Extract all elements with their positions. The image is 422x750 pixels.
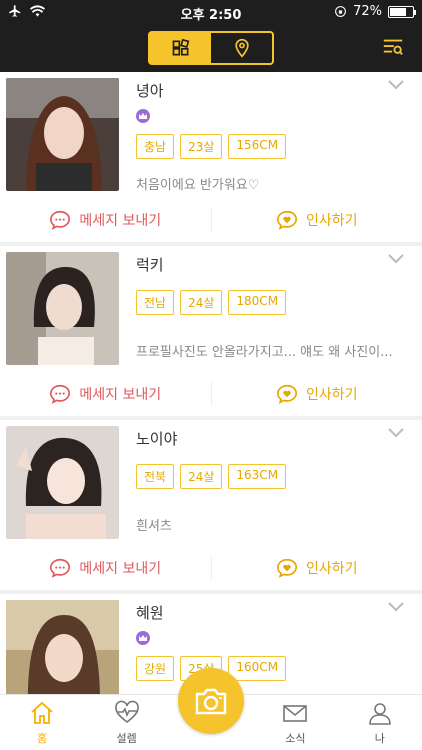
tab-label: 나 xyxy=(374,732,385,745)
profile-card[interactable]: 녕아 충남 23살 156CM 처음이에요 반가워요♡ 메세지 보내기 인사하기 xyxy=(0,72,422,242)
region-tag: 전북 xyxy=(136,464,175,489)
profile-name: 녕아 xyxy=(136,82,164,100)
filter-search-icon[interactable] xyxy=(382,36,404,58)
profile-name: 럭키 xyxy=(136,256,164,274)
send-message-button[interactable]: 메세지 보내기 xyxy=(0,198,211,242)
battery-icon xyxy=(388,5,416,18)
height-tag: 180CM xyxy=(228,290,287,315)
chevron-down-icon[interactable] xyxy=(388,254,404,264)
top-bar xyxy=(0,24,422,72)
location-view-button[interactable] xyxy=(211,33,272,63)
location-pin-icon xyxy=(234,38,249,58)
profile-photo[interactable] xyxy=(6,426,119,539)
profile-message: 프로필사진도 안올라가지고... 얘도 왜 사진이... xyxy=(136,345,393,360)
tab-news[interactable]: 소식 xyxy=(253,695,337,750)
send-message-label: 메세지 보내기 xyxy=(79,561,162,577)
profile-message: 흰셔츠 xyxy=(136,519,172,534)
profile-photo-image xyxy=(6,426,119,539)
heart-bubble-icon xyxy=(276,384,297,404)
card-actions: 메세지 보내기 인사하기 xyxy=(0,372,422,416)
chat-bubble-icon xyxy=(50,558,71,578)
greet-button[interactable]: 인사하기 xyxy=(212,546,422,590)
chevron-down-icon[interactable] xyxy=(388,80,404,90)
send-message-button[interactable]: 메세지 보내기 xyxy=(0,372,211,416)
profile-list[interactable]: 녕아 충남 23살 156CM 처음이에요 반가워요♡ 메세지 보내기 인사하기 xyxy=(0,72,422,694)
height-tag: 163CM xyxy=(228,464,287,489)
mail-icon xyxy=(283,705,308,722)
app-screen: 오후 2:50 72% 녕아 충남 23살 156CM 처음이에요 반가워요♡ … xyxy=(0,0,422,750)
profile-tags: 전남 24살 180CM xyxy=(136,290,287,315)
tab-home[interactable]: 홈 xyxy=(0,695,84,750)
region-tag: 충남 xyxy=(136,134,175,159)
battery-percent: 72% xyxy=(353,4,382,19)
grid-icon xyxy=(172,38,189,56)
profile-card[interactable]: 노이야 전북 24살 163CM 흰셔츠 메세지 보내기 인사하기 xyxy=(0,420,422,590)
send-message-label: 메세지 보내기 xyxy=(79,387,162,403)
greet-label: 인사하기 xyxy=(305,213,358,229)
view-mode-segmented-control xyxy=(148,31,274,65)
heart-bubble-icon xyxy=(276,558,297,578)
profile-message: 처음이에요 반가워요♡ xyxy=(136,178,260,193)
region-tag: 강원 xyxy=(136,656,175,681)
status-bar: 오후 2:50 72% xyxy=(0,0,422,24)
person-icon xyxy=(369,703,391,725)
chevron-down-icon[interactable] xyxy=(388,428,404,438)
profile-photo-image xyxy=(6,252,119,365)
greet-label: 인사하기 xyxy=(305,561,358,577)
age-tag: 24살 xyxy=(180,464,223,489)
profile-photo[interactable] xyxy=(6,600,119,694)
camera-icon xyxy=(195,688,227,715)
profile-card[interactable]: 럭키 전남 24살 180CM 프로필사진도 안올라가지고... 얘도 왜 사진… xyxy=(0,246,422,416)
greet-button[interactable]: 인사하기 xyxy=(212,372,422,416)
tab-me[interactable]: 나 xyxy=(338,695,422,750)
profile-tags: 전북 24살 163CM xyxy=(136,464,287,489)
greet-label: 인사하기 xyxy=(305,387,358,403)
profile-name: 혜원 xyxy=(136,604,164,622)
profile-photo[interactable] xyxy=(6,78,119,191)
card-actions: 메세지 보내기 인사하기 xyxy=(0,198,422,242)
tab-label: 홈 xyxy=(37,732,48,745)
home-icon xyxy=(31,701,53,724)
vip-crown-icon xyxy=(136,109,150,123)
chevron-down-icon[interactable] xyxy=(388,602,404,612)
vip-crown-icon xyxy=(136,631,150,645)
battery-fill xyxy=(390,7,406,16)
grid-view-button[interactable] xyxy=(150,33,211,63)
rotation-lock-icon xyxy=(335,6,347,17)
status-right: 72% xyxy=(334,4,416,19)
profile-photo-image xyxy=(6,78,119,191)
age-tag: 24살 xyxy=(180,290,223,315)
card-actions: 메세지 보내기 인사하기 xyxy=(0,546,422,590)
profile-name: 노이야 xyxy=(136,430,178,448)
profile-photo[interactable] xyxy=(6,252,119,365)
tab-flutter[interactable]: 설렘 xyxy=(84,695,168,750)
profile-tags: 충남 23살 156CM xyxy=(136,134,287,159)
heart-bubble-icon xyxy=(276,210,297,230)
camera-button[interactable] xyxy=(178,668,244,734)
chat-bubble-icon xyxy=(50,384,71,404)
profile-photo-image xyxy=(6,600,119,694)
region-tag: 전남 xyxy=(136,290,175,315)
tab-label: 설렘 xyxy=(116,732,137,745)
tab-label: 소식 xyxy=(285,732,306,745)
age-tag: 23살 xyxy=(180,134,223,159)
send-message-label: 메세지 보내기 xyxy=(79,213,162,229)
height-tag: 160CM xyxy=(228,656,287,681)
send-message-button[interactable]: 메세지 보내기 xyxy=(0,546,211,590)
heartbeat-icon xyxy=(114,700,139,724)
height-tag: 156CM xyxy=(228,134,287,159)
greet-button[interactable]: 인사하기 xyxy=(212,198,422,242)
chat-bubble-icon xyxy=(50,210,71,230)
